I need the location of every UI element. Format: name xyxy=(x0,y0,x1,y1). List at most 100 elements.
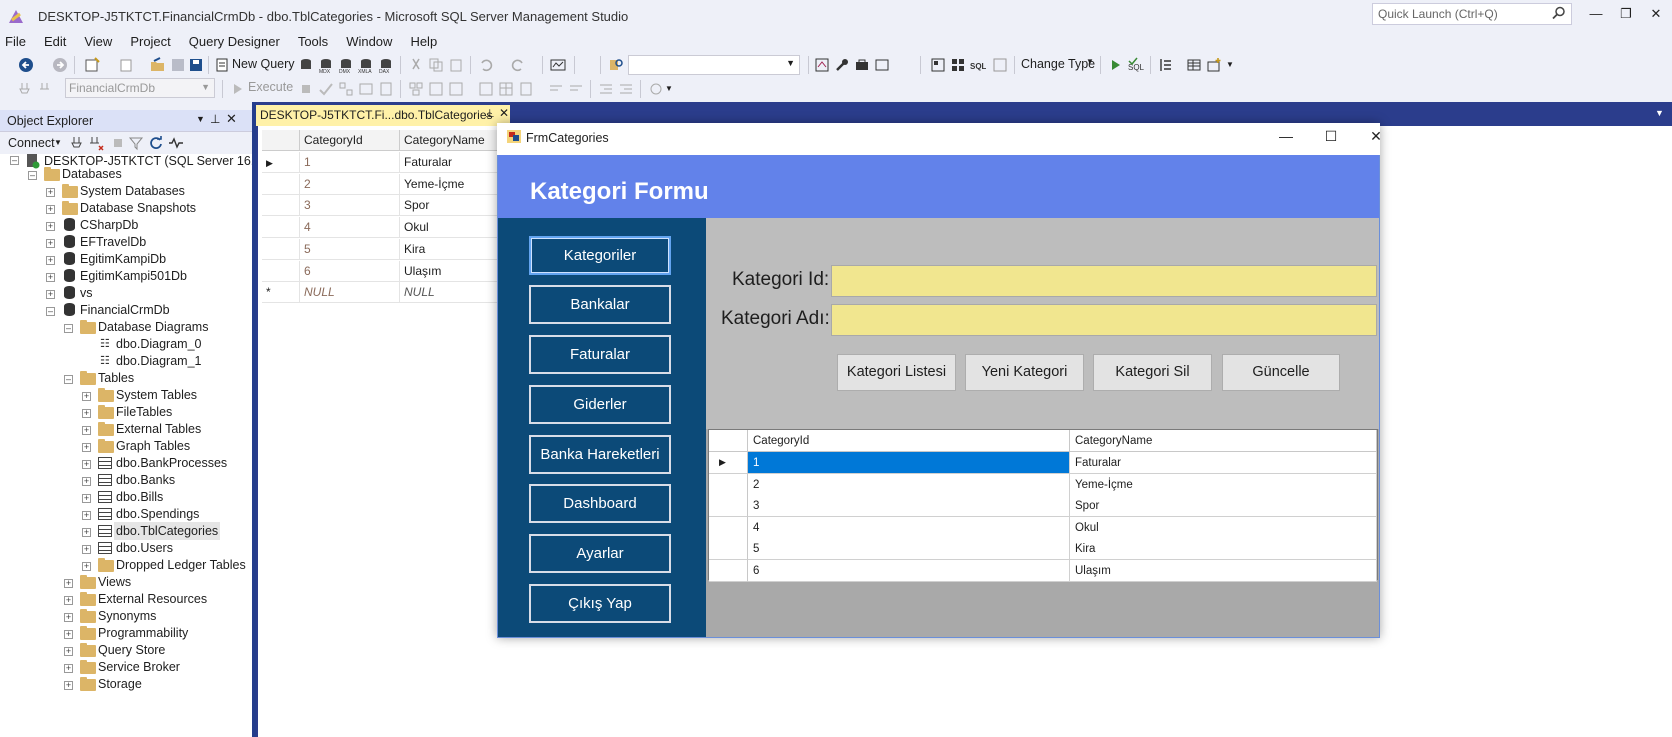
properties-wrench-icon[interactable] xyxy=(834,57,850,73)
grid-new-row-header[interactable]: * xyxy=(262,282,300,304)
expand-icon[interactable]: + xyxy=(46,290,55,299)
form-close-icon[interactable]: ✕ xyxy=(1362,128,1390,148)
comment-icon[interactable] xyxy=(548,81,564,97)
add-table-icon[interactable] xyxy=(1186,57,1202,73)
expand-icon[interactable]: + xyxy=(46,188,55,197)
expand-icon[interactable]: + xyxy=(64,630,73,639)
grid-null-categoryname[interactable]: NULL xyxy=(400,282,500,304)
refresh-icon[interactable] xyxy=(148,135,164,151)
nav-cikis-yap-button[interactable]: Çıkış Yap xyxy=(529,584,671,623)
paste-icon[interactable] xyxy=(448,57,464,73)
dgv-row-header[interactable] xyxy=(709,560,748,582)
include-plan-icon[interactable] xyxy=(408,81,424,97)
disconnect-icon[interactable] xyxy=(88,135,104,151)
uncomment-icon[interactable] xyxy=(568,81,584,97)
query-designer-icon[interactable] xyxy=(814,57,830,73)
tree-eftraveldb[interactable]: EFTravelDb xyxy=(80,233,146,251)
output-icon[interactable] xyxy=(874,57,890,73)
layout-icon[interactable] xyxy=(930,57,946,73)
grid-header-categoryid[interactable]: CategoryId xyxy=(300,130,400,151)
back-icon[interactable] xyxy=(18,57,34,73)
expand-icon[interactable]: + xyxy=(82,443,91,452)
execute-sql-icon[interactable] xyxy=(1108,57,1124,73)
grid-row-header[interactable] xyxy=(262,195,300,217)
tree-financialcrmdb[interactable]: FinancialCrmDb xyxy=(80,301,170,319)
display-plan-icon[interactable] xyxy=(338,81,354,97)
stop-icon[interactable] xyxy=(110,135,126,151)
tree-bankprocesses[interactable]: dbo.BankProcesses xyxy=(116,454,227,472)
change-type-chevron-icon[interactable]: ▼ xyxy=(1086,57,1094,66)
increase-indent-icon[interactable] xyxy=(618,81,634,97)
tree-database-snapshots[interactable]: Database Snapshots xyxy=(80,199,196,217)
execute-button[interactable]: Execute xyxy=(248,80,293,94)
tree-bills[interactable]: dbo.Bills xyxy=(116,488,163,506)
results-to-grid-icon[interactable] xyxy=(498,81,514,97)
dgv-cell-categoryname[interactable]: Spor xyxy=(1070,495,1377,518)
tree-filetables[interactable]: FileTables xyxy=(116,403,172,421)
tree-spendings[interactable]: dbo.Spendings xyxy=(116,505,199,523)
new-query-button[interactable]: New Query xyxy=(232,57,295,71)
forward-icon[interactable] xyxy=(52,57,68,73)
nav-giderler-button[interactable]: Giderler xyxy=(529,385,671,424)
tree-dropped-ledger-tables[interactable]: Dropped Ledger Tables xyxy=(116,556,246,574)
grid-cell-categoryname[interactable]: Okul xyxy=(400,217,500,239)
new-project-icon[interactable] xyxy=(84,57,100,73)
dgv-cell-categoryname[interactable]: Kira xyxy=(1070,538,1377,561)
tree-system-tables[interactable]: System Tables xyxy=(116,386,197,404)
find-icon[interactable] xyxy=(608,57,624,73)
search-icon[interactable] xyxy=(1552,6,1566,20)
menu-file[interactable]: File xyxy=(0,32,35,52)
add-derived-table-icon[interactable] xyxy=(1206,57,1222,73)
nav-dashboard-button[interactable]: Dashboard xyxy=(529,484,671,523)
menu-tools[interactable]: Tools xyxy=(289,32,337,52)
results-to-file-icon[interactable] xyxy=(518,81,534,97)
grid-cell-categoryid[interactable]: 5 xyxy=(300,238,400,260)
grid-cell-categoryname[interactable]: Yeme-İçme xyxy=(400,173,500,195)
expand-databases-icon[interactable]: – xyxy=(28,171,37,180)
dgv-row-header[interactable]: ▶ xyxy=(709,452,748,474)
expand-icon[interactable]: + xyxy=(82,392,91,401)
grid-cell-categoryname[interactable]: Kira xyxy=(400,238,500,260)
dgv-header-categoryname[interactable]: CategoryName xyxy=(1070,430,1377,452)
menu-window[interactable]: Window xyxy=(337,32,401,52)
tree-diagram-0[interactable]: dbo.Diagram_0 xyxy=(116,335,201,353)
expand-icon[interactable]: – xyxy=(64,324,73,333)
tree-storage[interactable]: Storage xyxy=(98,675,142,693)
show-diagram-pane-icon[interactable] xyxy=(950,57,966,73)
grid-null-categoryid[interactable]: NULL xyxy=(300,282,400,304)
nav-bankalar-button[interactable]: Bankalar xyxy=(529,285,671,324)
tree-system-databases[interactable]: System Databases xyxy=(80,182,185,200)
show-results-pane-icon[interactable] xyxy=(992,57,1008,73)
change-type-button[interactable]: Change Type xyxy=(1021,57,1095,71)
save-icon[interactable] xyxy=(170,57,186,73)
dgv-cell-categoryname[interactable]: Faturalar xyxy=(1070,452,1377,474)
tree-graph-tables[interactable]: Graph Tables xyxy=(116,437,190,455)
form-maximize-icon[interactable]: ☐ xyxy=(1317,128,1345,148)
dgv-cell-categoryid[interactable]: 1 xyxy=(748,452,1070,474)
expand-icon[interactable]: + xyxy=(46,273,55,282)
xmla-query-icon[interactable]: XMLA xyxy=(358,57,374,73)
tab-close-icon[interactable]: ✕ xyxy=(499,106,509,120)
tree-tblcategories[interactable]: dbo.TblCategories xyxy=(114,522,221,540)
tree-banks[interactable]: dbo.Banks xyxy=(116,471,175,489)
toolbox-icon[interactable] xyxy=(854,57,870,73)
dgv-row-header[interactable] xyxy=(709,538,748,561)
connect-chevron-icon[interactable]: ▼ xyxy=(54,138,62,147)
menu-edit[interactable]: Edit xyxy=(35,32,75,52)
guncelle-button[interactable]: Güncelle xyxy=(1222,354,1340,391)
oe-connect-icon[interactable] xyxy=(70,135,86,151)
tab-list-icon[interactable]: ▼ xyxy=(1655,108,1664,118)
tree-databases[interactable]: Databases xyxy=(62,165,122,183)
expand-icon[interactable]: + xyxy=(64,681,73,690)
kategori-listesi-button[interactable]: Kategori Listesi xyxy=(837,354,956,391)
live-stats-icon[interactable] xyxy=(428,81,444,97)
tree-database-diagrams[interactable]: Database Diagrams xyxy=(98,318,208,336)
dgv-cell-categoryid[interactable]: 4 xyxy=(748,516,1070,539)
form-minimize-icon[interactable]: — xyxy=(1272,128,1300,148)
expand-icon[interactable]: + xyxy=(46,222,55,231)
specify-values-icon[interactable] xyxy=(648,81,664,97)
expand-icon[interactable]: – xyxy=(64,375,73,384)
cut-icon[interactable] xyxy=(408,57,424,73)
mdx-query-icon[interactable]: MDX xyxy=(318,57,334,73)
execute-icon[interactable] xyxy=(230,81,246,97)
